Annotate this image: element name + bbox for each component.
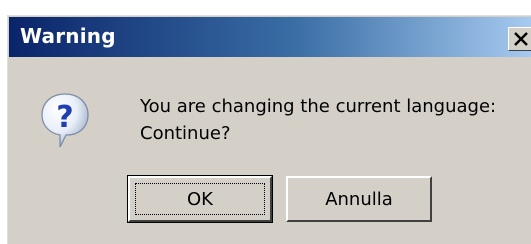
title-bar[interactable]: Warning	[9, 17, 531, 57]
question-icon: ?	[41, 93, 89, 148]
dialog-message: You are changing the current language: C…	[140, 93, 530, 147]
cancel-button[interactable]: Annulla	[286, 176, 432, 222]
dialog-title: Warning	[20, 24, 116, 48]
message-line-2: Continue?	[140, 123, 231, 144]
focus-rect	[135, 183, 265, 215]
message-line-1: You are changing the current language:	[140, 96, 497, 117]
ok-button[interactable]: OK	[127, 175, 273, 223]
svg-text:?: ?	[56, 100, 73, 135]
cancel-button-label: Annulla	[325, 188, 393, 210]
close-button[interactable]	[508, 27, 531, 51]
warning-dialog: Warning ? You are changing the current l…	[6, 14, 531, 244]
close-icon	[514, 32, 528, 46]
